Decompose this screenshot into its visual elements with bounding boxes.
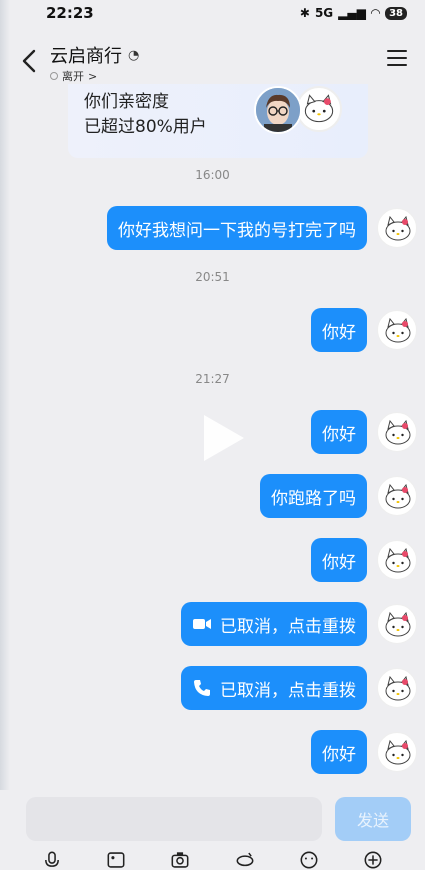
signal-icon: ▂▄▆ bbox=[338, 6, 366, 20]
contact-avatar bbox=[296, 86, 342, 132]
call-bubble[interactable]: 已取消，点击重拨 bbox=[181, 602, 367, 646]
user-avatar bbox=[254, 86, 302, 134]
message-bubble[interactable]: 你好我想问一下我的号打完了吗 bbox=[107, 206, 367, 250]
message-row: 你好我想问一下我的号打完了吗 bbox=[107, 206, 417, 250]
phone-call-icon bbox=[194, 680, 210, 696]
chat-header: 云启商行 ◔ 离开 > bbox=[0, 36, 425, 88]
contact-title[interactable]: 云启商行 ◔ bbox=[50, 42, 139, 68]
my-avatar[interactable] bbox=[377, 604, 417, 644]
wifi-icon: ◠ bbox=[370, 6, 381, 20]
composer: 发送 bbox=[0, 790, 425, 870]
my-avatar[interactable] bbox=[377, 310, 417, 350]
timestamp: 20:51 bbox=[195, 270, 230, 284]
timestamp: 21:27 bbox=[195, 372, 230, 386]
video-call-icon bbox=[193, 619, 211, 629]
emoji-icon[interactable] bbox=[296, 850, 322, 870]
image-icon[interactable] bbox=[103, 850, 129, 870]
message-bubble[interactable]: 你好 bbox=[311, 730, 367, 774]
play-icon[interactable] bbox=[200, 413, 246, 463]
message-row: 已取消，点击重拨 bbox=[181, 666, 417, 710]
chevron-right-icon: > bbox=[88, 69, 98, 83]
message-row: 你好 bbox=[311, 308, 417, 352]
composer-toolbar bbox=[0, 850, 425, 870]
microphone-icon[interactable] bbox=[39, 850, 65, 870]
network-label: 5G bbox=[314, 6, 334, 20]
message-row: 你好 bbox=[311, 730, 417, 774]
message-bubble[interactable]: 你好 bbox=[311, 308, 367, 352]
message-bubble[interactable]: 你好 bbox=[311, 410, 367, 454]
intimacy-card[interactable]: 你们亲密度 已超过80%用户 bbox=[68, 84, 368, 158]
presence-text: 离开 bbox=[62, 70, 84, 83]
ear-icon: ◔ bbox=[128, 47, 140, 63]
message-row: 已取消，点击重拨 bbox=[181, 602, 417, 646]
intimacy-text: 你们亲密度 已超过80%用户 bbox=[84, 90, 207, 140]
back-icon[interactable] bbox=[18, 46, 42, 76]
call-status-text: 已取消，点击重拨 bbox=[220, 616, 356, 637]
message-row: 你好 bbox=[311, 410, 417, 454]
presence-dot-icon bbox=[50, 72, 58, 80]
send-button[interactable]: 发送 bbox=[335, 797, 411, 841]
battery-indicator: 38 bbox=[385, 6, 407, 20]
message-bubble[interactable]: 你跑路了吗 bbox=[260, 474, 367, 518]
red-packet-icon[interactable] bbox=[232, 850, 258, 870]
status-bar: 22:23 ✱ 5G ▂▄▆ ◠ 38 bbox=[0, 0, 425, 26]
plus-icon[interactable] bbox=[360, 850, 386, 870]
status-time: 22:23 bbox=[46, 4, 94, 22]
presence-status[interactable]: 离开 > bbox=[50, 68, 97, 84]
message-input[interactable] bbox=[26, 797, 322, 841]
my-avatar[interactable] bbox=[377, 540, 417, 580]
call-status-text: 已取消，点击重拨 bbox=[220, 680, 356, 701]
intimacy-line2: 已超过80%用户 bbox=[84, 117, 207, 137]
camera-icon[interactable] bbox=[167, 850, 193, 870]
timestamp: 16:00 bbox=[195, 168, 230, 182]
my-avatar[interactable] bbox=[377, 732, 417, 772]
intimacy-line1: 你们亲密度 bbox=[84, 92, 169, 112]
menu-icon[interactable] bbox=[387, 50, 407, 68]
message-row: 你跑路了吗 bbox=[260, 474, 417, 518]
message-bubble[interactable]: 你好 bbox=[311, 538, 367, 582]
window-edge bbox=[0, 0, 10, 870]
my-avatar[interactable] bbox=[377, 476, 417, 516]
call-bubble[interactable]: 已取消，点击重拨 bbox=[181, 666, 367, 710]
contact-name: 云启商行 bbox=[50, 46, 122, 67]
bluetooth-icon: ✱ bbox=[299, 6, 310, 20]
message-row: 你好 bbox=[311, 538, 417, 582]
status-icons: ✱ 5G ▂▄▆ ◠ 38 bbox=[300, 6, 407, 20]
my-avatar[interactable] bbox=[377, 668, 417, 708]
my-avatar[interactable] bbox=[377, 412, 417, 452]
my-avatar[interactable] bbox=[377, 208, 417, 248]
